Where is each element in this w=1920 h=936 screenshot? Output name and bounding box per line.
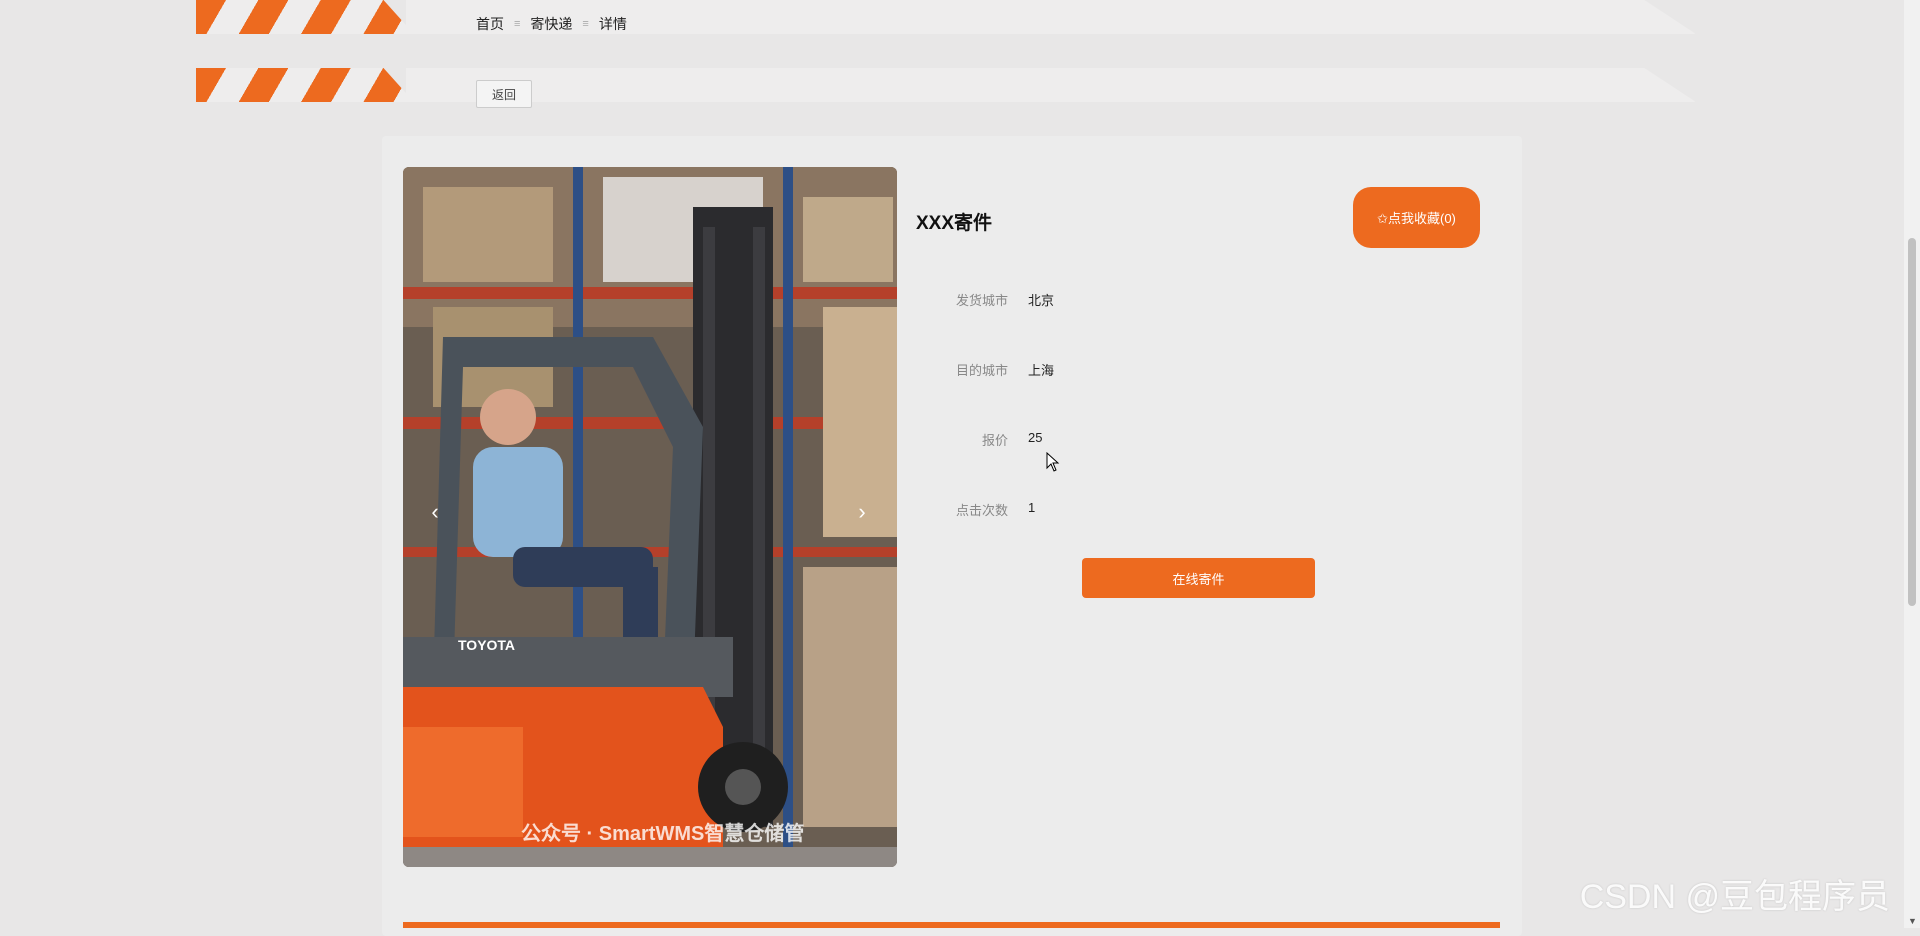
scroll-down-arrow-icon[interactable]: ▼ — [1908, 916, 1917, 926]
carousel-prev-button[interactable]: ‹ — [423, 499, 447, 524]
field-value: 25 — [1028, 430, 1043, 445]
field-row-destination-city: 目的城市 上海 — [916, 360, 1054, 379]
field-row-price: 报价 25 — [916, 430, 1042, 449]
field-label: 报价 — [981, 433, 1008, 448]
hazard-stripes — [196, 68, 414, 102]
strip-bar — [406, 68, 1696, 102]
breadcrumb: 首页 ≡ 寄快递 ≡ 详情 — [476, 14, 627, 34]
field-value: 北京 — [1028, 293, 1055, 308]
field-row-click-count: 点击次数 1 — [916, 500, 1035, 519]
breadcrumb-current: 详情 — [598, 16, 627, 32]
field-value: 1 — [1028, 500, 1036, 515]
field-label: 目的城市 — [955, 363, 1008, 378]
field-row-origin-city: 发货城市 北京 — [916, 290, 1054, 309]
scrollbar-thumb[interactable] — [1908, 238, 1916, 606]
field-value: 上海 — [1028, 363, 1055, 378]
breadcrumb-separator: ≡ — [514, 18, 521, 30]
hazard-stripes — [196, 0, 414, 34]
breadcrumb-home-link[interactable]: 首页 — [476, 14, 504, 34]
carousel-next-button[interactable]: › — [850, 499, 874, 524]
forklift-photo — [403, 167, 897, 867]
brand-label: TOYOTA — [458, 637, 516, 653]
field-label: 点击次数 — [955, 503, 1008, 518]
field-label: 发货城市 — [955, 293, 1008, 308]
watermark: CSDN @豆包程序员 — [1579, 878, 1890, 916]
action-strip — [196, 68, 1696, 106]
online-send-button[interactable]: 在线寄件 — [1082, 558, 1315, 598]
mouse-cursor-icon — [1046, 452, 1060, 472]
back-button[interactable]: 返回 — [476, 80, 532, 108]
breadcrumb-section-link[interactable]: 寄快递 — [530, 14, 572, 34]
product-title: XXX寄件 — [916, 213, 993, 234]
favorite-button[interactable]: ✩点我收藏(0) — [1353, 187, 1480, 248]
breadcrumb-separator: ≡ — [582, 18, 589, 30]
breadcrumb-strip — [196, 0, 1696, 38]
section-divider-bar — [403, 922, 1500, 928]
product-image-carousel[interactable]: 公众号 · SmartWMS智慧仓储管 TOYOTA — [403, 167, 897, 867]
page-scrollbar[interactable]: ▼ — [1904, 0, 1920, 928]
photo-caption: 公众号 · SmartWMS智慧仓储管 — [521, 823, 805, 845]
